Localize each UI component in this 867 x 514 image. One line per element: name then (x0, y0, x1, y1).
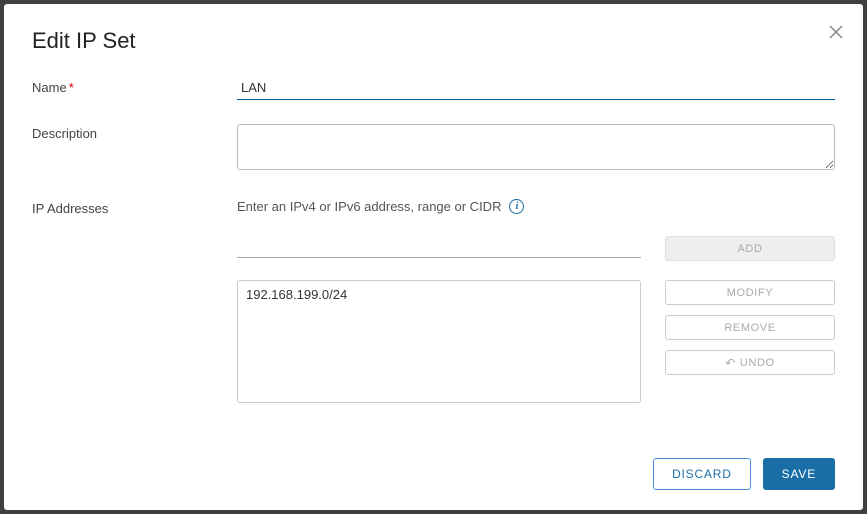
list-item[interactable]: 192.168.199.0/24 (246, 286, 632, 303)
edit-ip-set-dialog: Edit IP Set Name* Description IP Address… (4, 4, 863, 510)
close-icon[interactable] (829, 24, 843, 42)
name-label: Name* (32, 78, 237, 100)
ip-address-list[interactable]: 192.168.199.0/24 (237, 280, 641, 403)
ip-address-input[interactable] (237, 236, 641, 258)
undo-button[interactable]: ↶UNDO (665, 350, 835, 375)
save-button[interactable]: SAVE (763, 458, 835, 490)
ip-addresses-label: IP Addresses (32, 199, 237, 403)
required-indicator: * (69, 80, 74, 95)
modify-button[interactable]: MODIFY (665, 280, 835, 305)
discard-button[interactable]: DISCARD (653, 458, 751, 490)
undo-icon: ↶ (725, 356, 736, 370)
ip-hint-text: Enter an IPv4 or IPv6 address, range or … (237, 199, 501, 214)
remove-button[interactable]: REMOVE (665, 315, 835, 340)
add-button[interactable]: ADD (665, 236, 835, 261)
description-input[interactable] (237, 124, 835, 170)
dialog-title: Edit IP Set (32, 28, 835, 54)
description-label: Description (32, 124, 237, 175)
info-icon[interactable]: i (509, 199, 524, 214)
name-input[interactable] (237, 78, 835, 100)
